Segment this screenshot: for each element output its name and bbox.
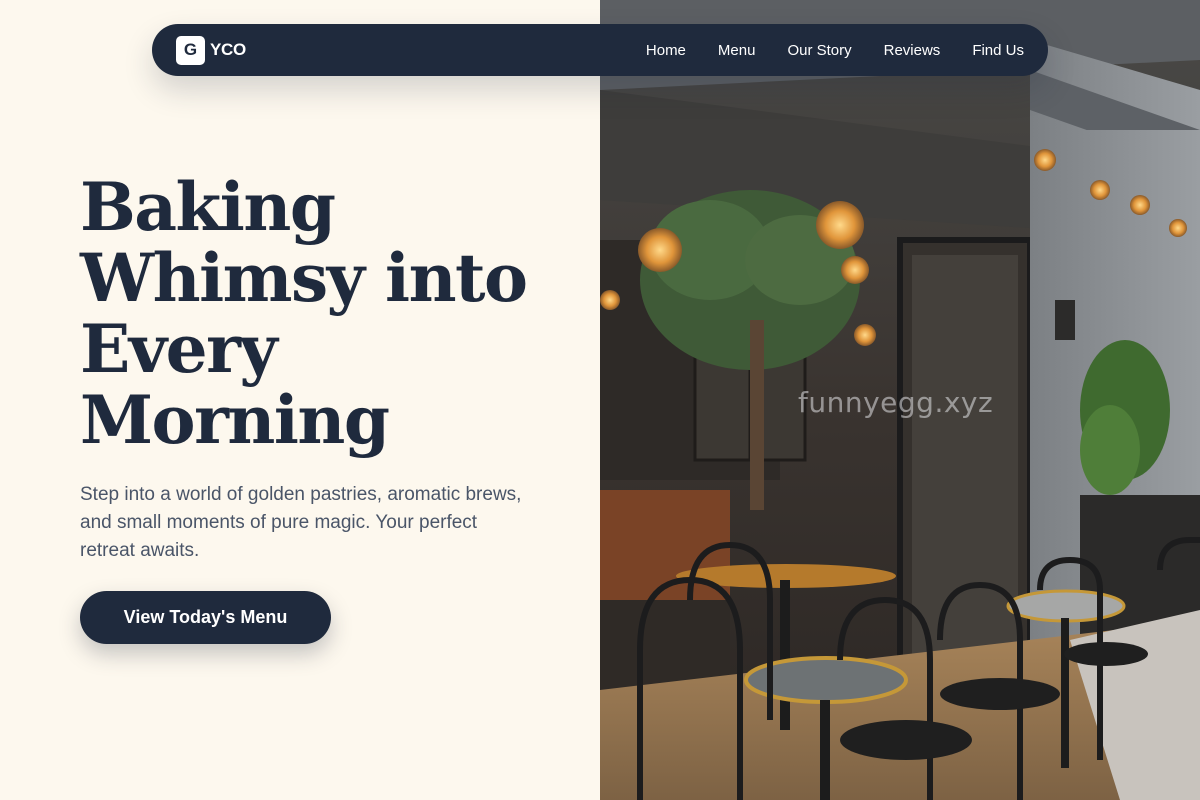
- hero-text-pane: Baking Whimsy into Every Morning Step in…: [0, 0, 600, 800]
- nav-link-our-story[interactable]: Our Story: [787, 42, 851, 59]
- view-menu-button[interactable]: View Today's Menu: [80, 591, 331, 644]
- site-logo[interactable]: G YCO: [176, 35, 246, 65]
- nav-link-find-us[interactable]: Find Us: [972, 42, 1024, 59]
- logo-mark-icon: G: [176, 35, 205, 65]
- nav-link-menu[interactable]: Menu: [718, 42, 756, 59]
- hero-title: Baking Whimsy into Every Morning: [80, 168, 528, 459]
- top-navigation-bar: G YCO Home Menu Our Story Reviews Find U…: [152, 24, 1048, 76]
- logo-text: YCO: [210, 40, 246, 59]
- nav-link-reviews[interactable]: Reviews: [884, 42, 941, 59]
- nav-link-home[interactable]: Home: [646, 42, 686, 59]
- watermark-text: funnyegg.xyz: [798, 386, 994, 419]
- hero-subtitle: Step into a world of golden pastries, ar…: [80, 484, 522, 561]
- nav-links: Home Menu Our Story Reviews Find Us: [646, 42, 1024, 59]
